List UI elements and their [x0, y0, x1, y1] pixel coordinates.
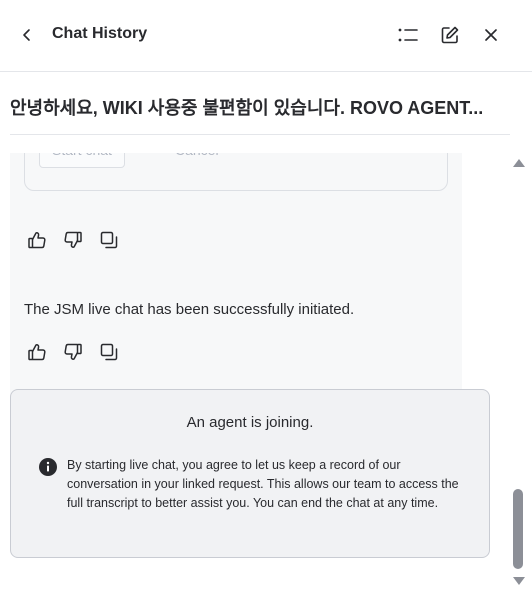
thumbs-down-icon — [64, 231, 82, 248]
message-reactions — [26, 229, 120, 251]
agent-joining-heading: An agent is joining. — [186, 414, 314, 431]
thumbs-down-button[interactable] — [62, 341, 84, 363]
agent-joining-panel: An agent is joining. By starting live ch… — [10, 389, 490, 558]
copy-icon — [100, 343, 118, 361]
scroll-thumb[interactable] — [513, 489, 523, 569]
copy-button[interactable] — [98, 341, 120, 363]
copy-button[interactable] — [98, 229, 120, 251]
back-chevron-icon — [23, 29, 30, 41]
scroll-up-arrow[interactable] — [513, 159, 525, 167]
live-chat-notice: By starting live chat, you agree to let … — [67, 458, 459, 510]
message-reactions — [26, 341, 120, 363]
new-chat-button[interactable] — [436, 21, 464, 49]
close-button[interactable] — [477, 21, 505, 49]
chat-history-header: Chat History — [0, 0, 532, 72]
close-icon — [485, 29, 497, 41]
thumbs-up-button[interactable] — [26, 229, 48, 251]
start-chat-card: Start chat Cancel — [24, 153, 448, 191]
conversation-title: 안녕하세요, WIKI 사용중 불편함이 있습니다. ROVO AGENT... — [10, 98, 484, 118]
scroll-down-arrow[interactable] — [513, 577, 525, 585]
copy-icon — [100, 231, 118, 249]
history-list-button[interactable] — [394, 21, 422, 49]
thumbs-down-button[interactable] — [62, 229, 84, 251]
title-divider — [10, 134, 510, 135]
start-chat-button[interactable]: Start chat — [39, 153, 125, 168]
messages-list: Start chat Cancel — [0, 153, 508, 597]
edit-icon — [441, 26, 459, 44]
message-text: The JSM live chat has been successfully … — [24, 301, 355, 318]
message-card: The JSM live chat has been successfully … — [10, 281, 462, 379]
thumbs-down-icon — [64, 343, 82, 360]
messages-scrollbar[interactable] — [510, 153, 526, 597]
thumbs-up-icon — [28, 232, 46, 249]
page-title: Chat History — [52, 25, 148, 42]
thumbs-up-button[interactable] — [26, 341, 48, 363]
thumbs-up-icon — [28, 344, 46, 361]
cancel-button[interactable]: Cancel — [163, 153, 231, 168]
back-button[interactable] — [14, 22, 40, 48]
info-icon — [39, 458, 57, 476]
list-icon — [398, 28, 418, 42]
